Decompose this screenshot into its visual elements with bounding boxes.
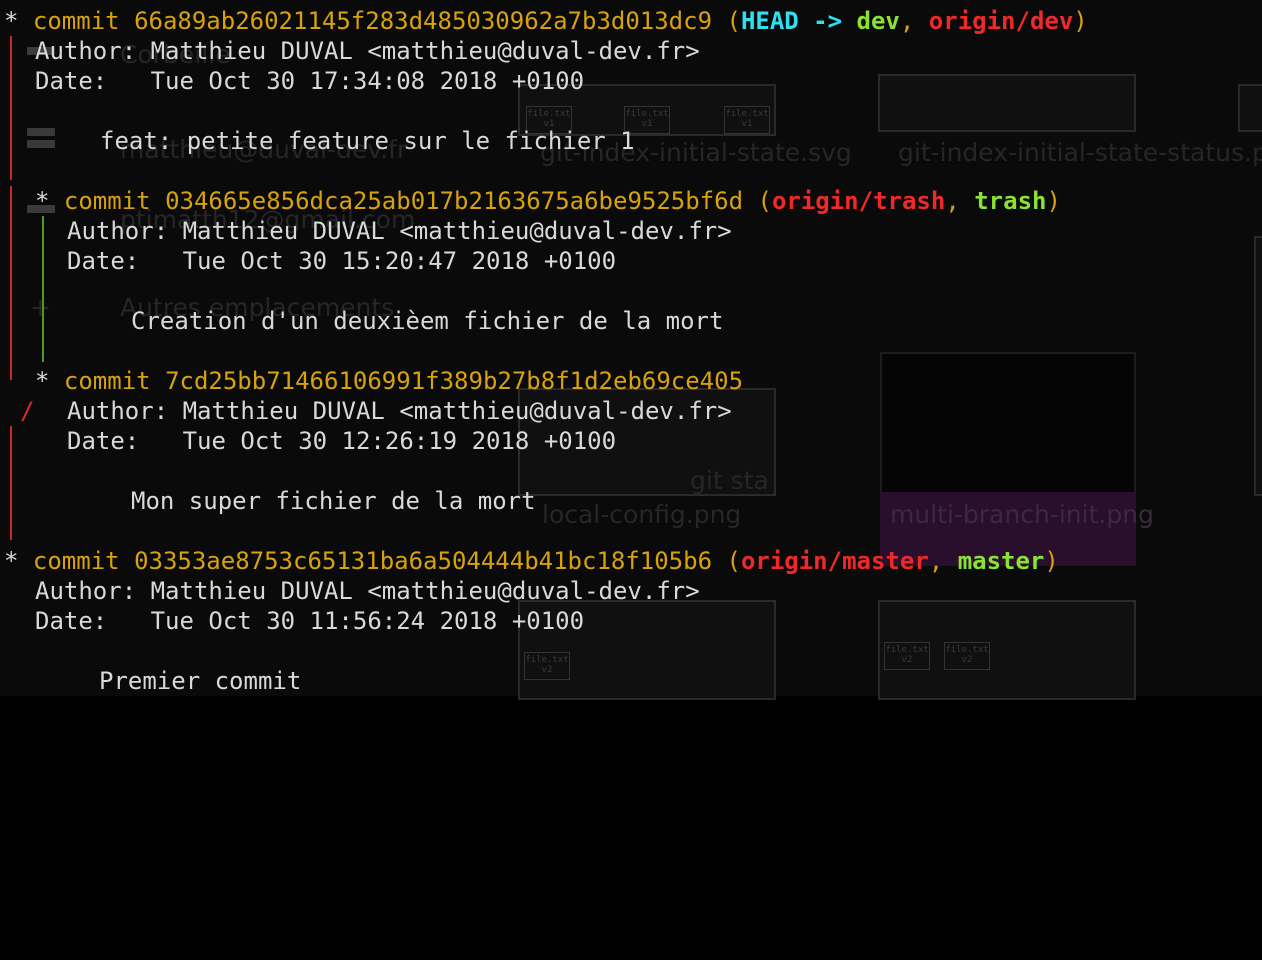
graph-node: * [4,547,19,575]
commit-date: Date: Tue Oct 30 17:34:08 2018 +0100 [35,67,585,95]
commit-author: Author: Matthieu DUVAL <matthieu@duval-d… [35,37,700,65]
commit-message: feat: petite feature sur le fichier 1 [100,127,635,155]
commit-date: Date: Tue Oct 30 11:56:24 2018 +0100 [35,607,585,635]
commit-author: Author: Matthieu DUVAL <matthieu@duval-d… [67,397,732,425]
graph-node: * [35,367,50,395]
commit-line-3: * commit 7cd25bb71466106991f389b27b8f1d2… [35,367,744,395]
commit-hash: 03353ae8753c65131ba6a504444b41bc18f105b6 [134,547,713,575]
commit-line-2: * commit 034665e856dca25ab017b2163675a6b… [35,187,1061,215]
terminal-git-log: / * commit 66a89ab26021145f283d485030962… [0,0,1262,696]
graph-line-red-2 [10,186,12,380]
branch-ref: master [957,547,1045,575]
commit-author: Author: Matthieu DUVAL <matthieu@duval-d… [67,217,732,245]
graph-line-red-3 [10,426,12,540]
graph-line-green [42,216,44,362]
branch-ref: trash [974,187,1047,215]
commit-message: Premier commit [99,667,302,695]
graph-node: * [35,187,50,215]
remote-ref: origin/master [740,547,929,575]
commit-author: Author: Matthieu DUVAL <matthieu@duval-d… [35,577,700,605]
commit-date: Date: Tue Oct 30 15:20:47 2018 +0100 [67,247,617,275]
commit-hash: 7cd25bb71466106991f389b27b8f1d2eb69ce405 [165,367,744,395]
remote-ref: origin/trash [771,187,946,215]
commit-hash: 034665e856dca25ab017b2163675a6be9525bf6d [165,187,744,215]
branch-ref: dev [856,7,900,35]
graph-node: * [4,7,19,35]
graph-line-red-1 [10,36,12,180]
commit-message: Mon super fichier de la mort [131,487,536,515]
remote-ref: origin/dev [928,7,1074,35]
graph-merge-slash: / [20,397,35,425]
commit-date: Date: Tue Oct 30 12:26:19 2018 +0100 [67,427,617,455]
commit-hash: 66a89ab26021145f283d485030962a7b3d013dc9 [134,7,713,35]
head-ref: HEAD -> [740,7,857,35]
commit-message: Creation d'un deuxièem fichier de la mor… [131,307,724,335]
commit-line-4: * commit 03353ae8753c65131ba6a504444b41b… [4,547,1059,575]
commit-line-1: * commit 66a89ab26021145f283d485030962a7… [4,7,1088,35]
